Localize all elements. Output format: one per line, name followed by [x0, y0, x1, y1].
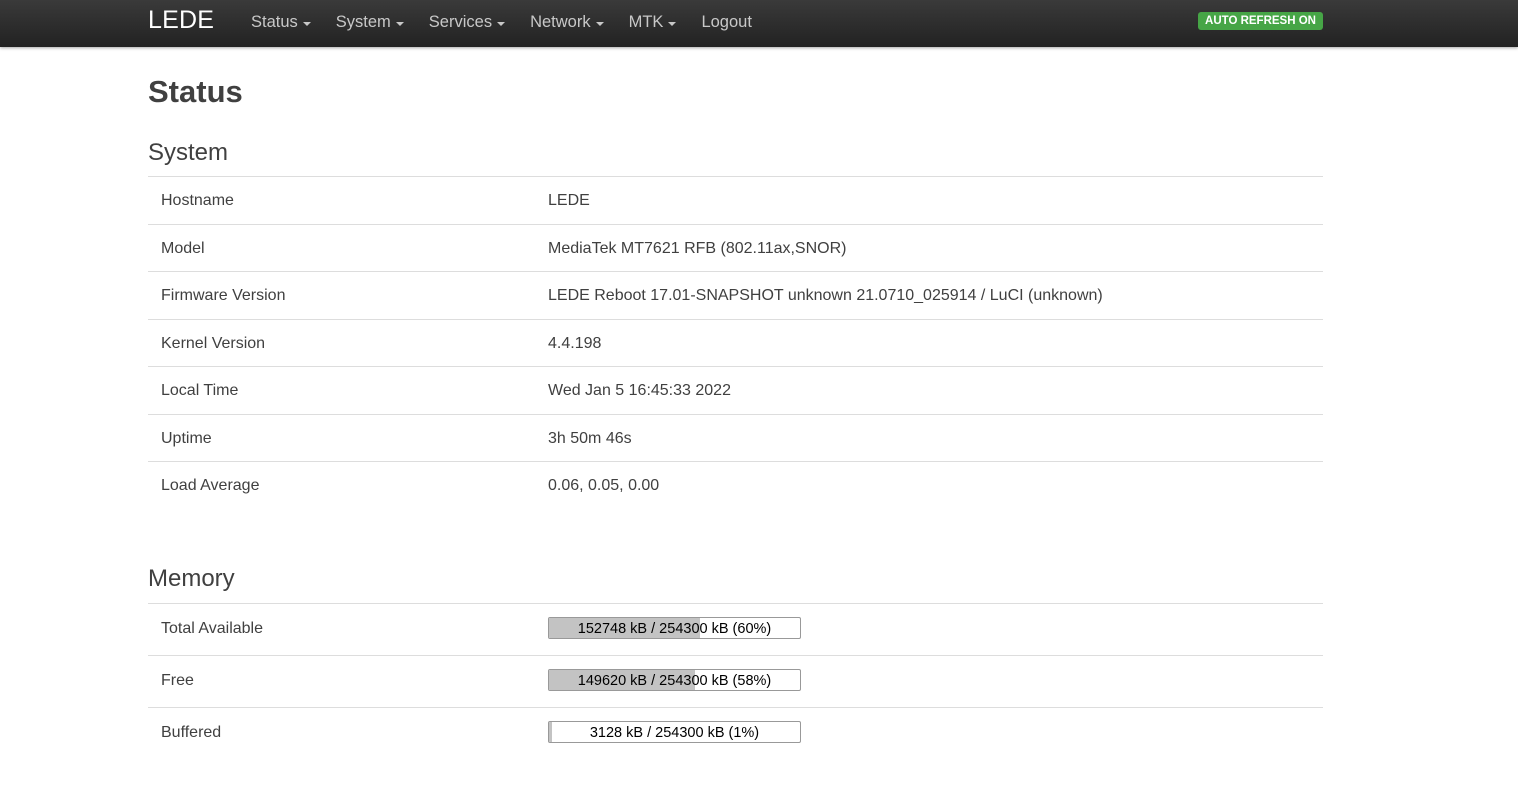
table-row: Hostname LEDE	[148, 177, 1323, 225]
buffered-label: Buffered	[161, 724, 222, 741]
buffered-progress-bar: 3128 kB / 254300 kB (1%)	[548, 721, 801, 743]
kernel-version-value: 4.4.198	[548, 334, 602, 352]
top-navbar: LEDE Status System Services Network MTK …	[0, 0, 1518, 47]
brand-logo[interactable]: LEDE	[148, 6, 214, 35]
hostname-label: Hostname	[161, 192, 234, 209]
local-time-label: Local Time	[161, 382, 239, 399]
menu-logout-label: Logout	[701, 13, 752, 31]
load-average-value: 0.06, 0.05, 0.00	[548, 477, 660, 494]
menu-status-label: Status	[251, 13, 298, 31]
model-label: Model	[161, 239, 205, 257]
table-row: Load Average 0.06, 0.05, 0.00	[148, 462, 1323, 510]
table-row: Total Available 152748 kB / 254300 kB (6…	[148, 604, 1323, 656]
menu-system[interactable]: System	[336, 0, 404, 45]
menu-network[interactable]: Network	[530, 0, 604, 45]
firmware-version-value: LEDE Reboot 17.01-SNAPSHOT unknown 21.07…	[548, 287, 1103, 304]
page-title: Status	[148, 74, 243, 109]
system-section-title: System	[148, 139, 229, 166]
table-row: Local Time Wed Jan 5 16:45:33 2022	[148, 367, 1323, 415]
table-row: Model MediaTek MT7621 RFB (802.11ax,SNOR…	[148, 225, 1323, 272]
menu-services[interactable]: Services	[428, 0, 506, 45]
uptime-value: 3h 50m 46s	[548, 429, 632, 447]
menu-status[interactable]: Status	[251, 0, 311, 45]
progress-text: 149620 kB / 254300 kB (58%)	[577, 673, 772, 689]
caret-down-icon	[668, 21, 677, 26]
free-label: Free	[161, 672, 194, 689]
table-row: Free 149620 kB / 254300 kB (58%)	[148, 656, 1323, 708]
table-row: Uptime 3h 50m 46s	[148, 415, 1323, 462]
caret-down-icon	[497, 21, 506, 26]
system-table: Hostname LEDE Model MediaTek MT7621 RFB …	[148, 176, 1323, 510]
load-average-label: Load Average	[161, 477, 260, 494]
caret-down-icon	[302, 21, 311, 26]
menu-mtk[interactable]: MTK	[629, 0, 677, 45]
menu-mtk-label: MTK	[628, 13, 664, 31]
auto-refresh-toggle[interactable]: AUTO REFRESH ON	[1198, 12, 1323, 30]
memory-section-title: Memory	[148, 565, 235, 592]
kernel-version-label: Kernel Version	[161, 334, 266, 352]
menu-network-label: Network	[530, 13, 591, 31]
menu-services-label: Services	[428, 13, 493, 31]
main-menu: Status System Services Network MTK Logou…	[251, 0, 777, 45]
model-value: MediaTek MT7621 RFB (802.11ax,SNOR)	[548, 239, 847, 257]
memory-table: Total Available 152748 kB / 254300 kB (6…	[148, 603, 1323, 758]
table-row: Buffered 3128 kB / 254300 kB (1%)	[148, 708, 1323, 758]
total-available-progress-bar: 152748 kB / 254300 kB (60%)	[548, 617, 801, 639]
progress-text: 3128 kB / 254300 kB (1%)	[589, 725, 760, 741]
caret-down-icon	[395, 21, 404, 26]
local-time-value: Wed Jan 5 16:45:33 2022	[548, 382, 731, 399]
total-available-label: Total Available	[161, 620, 263, 637]
free-progress-bar: 149620 kB / 254300 kB (58%)	[548, 669, 801, 691]
table-row: Kernel Version 4.4.198	[148, 320, 1323, 367]
menu-system-label: System	[335, 13, 391, 31]
progress-text: 152748 kB / 254300 kB (60%)	[577, 621, 772, 637]
uptime-label: Uptime	[161, 429, 212, 447]
menu-logout[interactable]: Logout	[701, 0, 751, 45]
firmware-version-label: Firmware Version	[161, 287, 286, 304]
hostname-value: LEDE	[548, 192, 590, 209]
table-row: Firmware Version LEDE Reboot 17.01-SNAPS…	[148, 272, 1323, 320]
caret-down-icon	[595, 21, 604, 26]
